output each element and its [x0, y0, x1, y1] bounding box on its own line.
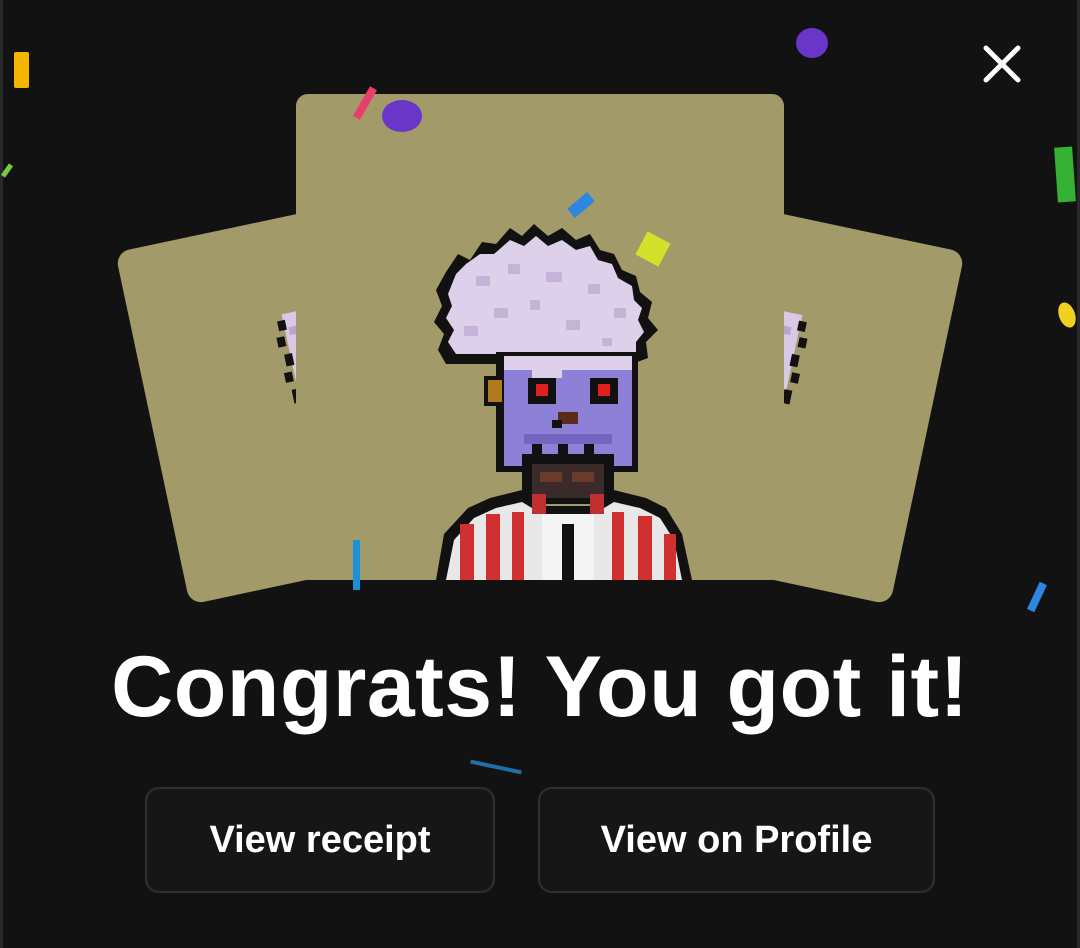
close-button[interactable]: [974, 36, 1030, 92]
nft-card-front: [296, 94, 784, 580]
close-icon: [983, 45, 1021, 83]
confetti-piece: [14, 52, 29, 88]
confetti-piece: [1027, 581, 1047, 613]
purchase-success-modal: Congrats! You got it! View receipt View …: [0, 0, 1080, 948]
view-receipt-button[interactable]: View receipt: [145, 787, 495, 893]
confetti-piece: [796, 28, 828, 58]
view-on-profile-label: View on Profile: [600, 818, 873, 861]
confetti-piece: [1054, 146, 1076, 203]
view-receipt-label: View receipt: [209, 818, 431, 861]
confetti-piece: [1055, 300, 1079, 330]
confetti-piece: [470, 759, 522, 775]
success-headline: Congrats! You got it!: [111, 639, 969, 735]
nft-artwork-image: [434, 224, 692, 580]
view-on-profile-button[interactable]: View on Profile: [538, 787, 935, 893]
modal-border: [0, 0, 3, 948]
confetti-piece: [353, 540, 360, 590]
confetti-piece: [382, 100, 422, 132]
